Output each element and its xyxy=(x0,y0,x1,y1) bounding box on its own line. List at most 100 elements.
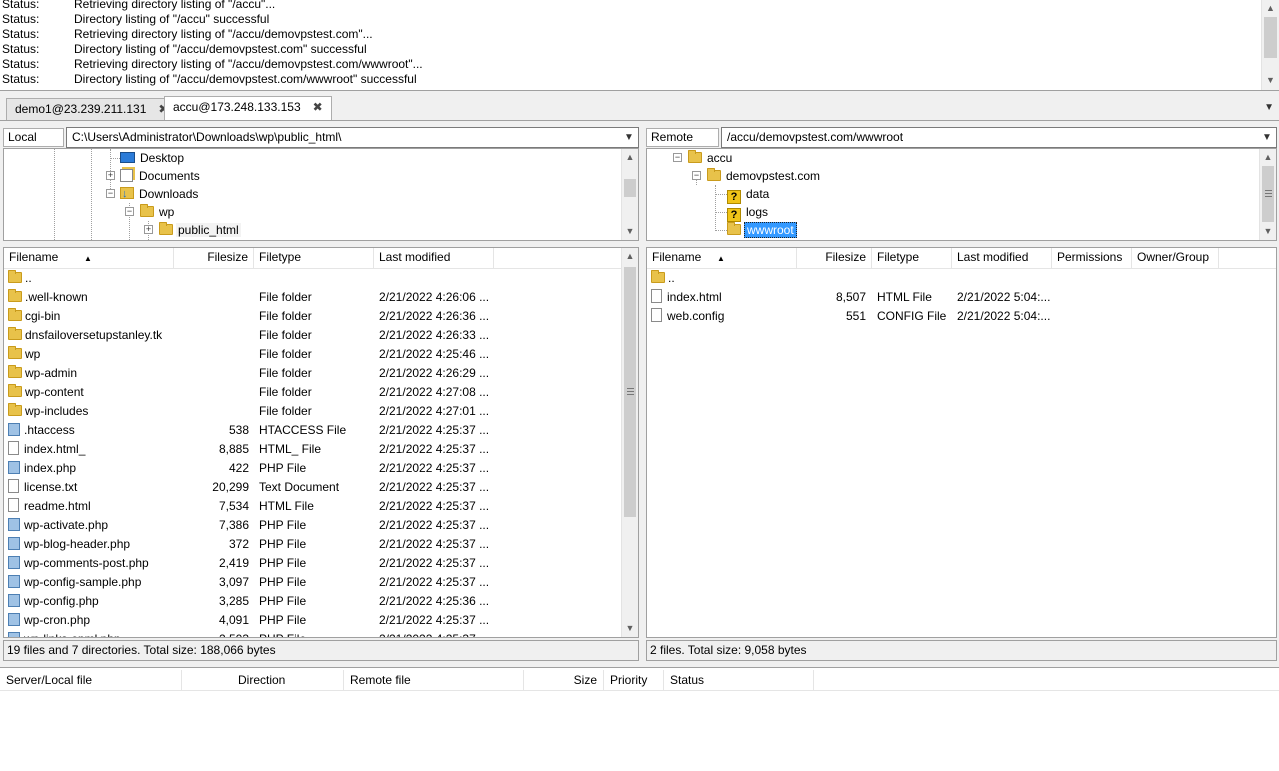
table-row[interactable]: wp-cron.php 4,091 PHP File 2/21/2022 4:25:3… xyxy=(4,611,638,630)
tree-node-wwwroot[interactable]: wwwroot xyxy=(727,221,797,239)
column-header-owner-group[interactable]: Owner/Group xyxy=(1132,248,1219,268)
table-row[interactable]: wp-admin File folder 2/21/2022 4:26:29 ... xyxy=(4,364,638,383)
file-name: index.php xyxy=(24,461,77,475)
tree-node-data[interactable]: ? data xyxy=(727,185,771,204)
collapse-icon[interactable]: − xyxy=(125,207,134,216)
column-header-remote-file[interactable]: Remote file xyxy=(344,670,524,690)
local-directory-tree[interactable]: Desktop + Documents − Downloads − wp + p… xyxy=(3,148,639,241)
column-header-filename[interactable]: Filename ▲ xyxy=(4,248,174,268)
tree-node-accu[interactable]: accu xyxy=(688,149,734,167)
message-log: Status: Retrieving directory listing of "… xyxy=(0,0,1279,91)
column-header-filename[interactable]: Filename ▲ xyxy=(647,248,797,268)
table-row[interactable]: index.html 8,507 HTML File 2/21/2022 5:04:.… xyxy=(647,288,1276,307)
table-row[interactable]: wp-config.php 3,285 PHP File 2/21/2022 4:25… xyxy=(4,592,638,611)
remote-file-list[interactable]: Filename ▲ Filesize Filetype Last modifie… xyxy=(646,247,1277,638)
scroll-thumb[interactable] xyxy=(1264,17,1277,58)
remote-tree-scrollbar[interactable]: ▲ ▼ xyxy=(1259,149,1276,240)
collapse-icon[interactable]: − xyxy=(692,171,701,180)
log-message: Directory listing of "/accu/demovpstest.… xyxy=(74,42,367,56)
table-row[interactable]: readme.html 7,534 HTML File 2/21/2022 4:25:… xyxy=(4,497,638,516)
transfer-queue[interactable]: Server/Local file Direction Remote file … xyxy=(0,667,1279,771)
table-row[interactable]: web.config 551 CONFIG File 2/21/2022 5:04:.… xyxy=(647,307,1276,326)
table-row[interactable]: wp-config-sample.php 3,097 PHP File 2/21/20… xyxy=(4,573,638,592)
column-header-filesize[interactable]: Filesize xyxy=(797,248,872,268)
tree-node-logs[interactable]: ? logs xyxy=(727,203,770,222)
unknown-folder-icon: ? xyxy=(727,208,741,222)
tab-demo1[interactable]: demo1@23.239.211.131✖ xyxy=(6,98,178,120)
tree-node-wp[interactable]: wp xyxy=(140,203,176,221)
table-row[interactable]: dnsfailoversetupstanley.tk File folder 2/2… xyxy=(4,326,638,345)
scroll-down-icon[interactable]: ▼ xyxy=(1260,223,1276,240)
file-name: index.html_ xyxy=(24,442,86,456)
local-list-scrollbar[interactable]: ▲ ▼ xyxy=(621,248,638,637)
tab-menu-arrow-icon[interactable]: ▼ xyxy=(1264,102,1274,113)
scroll-up-icon[interactable]: ▲ xyxy=(622,248,638,265)
file-type: File folder xyxy=(259,404,312,418)
remote-directory-tree[interactable]: − accu − demovpstest.com ? data ? logs www… xyxy=(646,148,1277,241)
tree-node-downloads[interactable]: Downloads xyxy=(120,185,200,203)
log-line: Status: Retrieving directory listing of "… xyxy=(2,0,275,12)
expand-icon[interactable]: + xyxy=(144,225,153,234)
tree-node-desktop[interactable]: Desktop xyxy=(120,149,186,167)
table-row[interactable]: wp-includes File folder 2/21/2022 4:27:01 … xyxy=(4,402,638,421)
scroll-down-icon[interactable]: ▼ xyxy=(622,223,638,240)
script-file-icon xyxy=(8,518,20,531)
table-row[interactable]: license.txt 20,299 Text Document 2/21/2022 … xyxy=(4,478,638,497)
local-tree-scrollbar[interactable]: ▲ ▼ xyxy=(621,149,638,240)
remote-path-input[interactable]: /accu/demovpstest.com/wwwroot ▼ xyxy=(721,127,1277,148)
file-modified: 2/21/2022 4:25:37 ... xyxy=(379,518,490,532)
folder-icon xyxy=(8,289,22,302)
scroll-down-icon[interactable]: ▼ xyxy=(1262,72,1279,89)
table-row[interactable]: index.php 422 PHP File 2/21/2022 4:25:37 ..… xyxy=(4,459,638,478)
file-name: .htaccess xyxy=(24,423,75,437)
file-size: 7,534 xyxy=(218,499,249,513)
local-file-list[interactable]: Filename ▲ Filesize Filetype Last modifie… xyxy=(3,247,639,638)
table-row[interactable]: wp-links-opml.php 2,503 PHP File 2/21/2022 … xyxy=(4,630,638,637)
column-header-status[interactable]: Status xyxy=(664,670,814,690)
column-header-priority[interactable]: Priority xyxy=(604,670,664,690)
expand-icon[interactable]: + xyxy=(106,171,115,180)
column-header-server-local-file[interactable]: Server/Local file xyxy=(0,670,182,690)
tree-node-public-html[interactable]: public_html xyxy=(159,221,241,239)
file-modified: 2/21/2022 4:25:37 ... xyxy=(379,461,490,475)
column-header-permissions[interactable]: Permissions xyxy=(1052,248,1132,268)
scroll-down-icon[interactable]: ▼ xyxy=(622,620,638,637)
table-row[interactable]: wp-activate.php 7,386 PHP File 2/21/2022 4:… xyxy=(4,516,638,535)
table-row[interactable]: .well-known File folder 2/21/2022 4:26:06 … xyxy=(4,288,638,307)
table-row[interactable]: .. xyxy=(647,269,1276,288)
table-row[interactable]: .htaccess 538 HTACCESS File 2/21/2022 4:25:… xyxy=(4,421,638,440)
column-header-direction[interactable]: Direction xyxy=(182,670,344,690)
scroll-thumb[interactable] xyxy=(624,267,636,517)
tab-accu[interactable]: accu@173.248.133.153 ✖ xyxy=(164,96,332,120)
column-header-filetype[interactable]: Filetype xyxy=(254,248,374,268)
scroll-up-icon[interactable]: ▲ xyxy=(1260,149,1276,166)
scroll-up-icon[interactable]: ▲ xyxy=(622,149,638,166)
column-header-last-modified[interactable]: Last modified xyxy=(374,248,494,268)
close-icon[interactable]: ✖ xyxy=(313,100,323,114)
table-row[interactable]: index.html_ 8,885 HTML_ File 2/21/2022 4:25… xyxy=(4,440,638,459)
column-header-size[interactable]: Size xyxy=(524,670,604,690)
table-row[interactable]: .. xyxy=(4,269,638,288)
collapse-icon[interactable]: − xyxy=(106,189,115,198)
scroll-up-icon[interactable]: ▲ xyxy=(1262,0,1279,17)
table-row[interactable]: wp File folder 2/21/2022 4:25:46 ... xyxy=(4,345,638,364)
chevron-down-icon[interactable]: ▼ xyxy=(1260,128,1274,147)
column-header-filetype[interactable]: Filetype xyxy=(872,248,952,268)
scroll-thumb[interactable] xyxy=(624,179,636,197)
log-scrollbar[interactable]: ▲ ▼ xyxy=(1261,0,1279,90)
table-row[interactable]: cgi-bin File folder 2/21/2022 4:26:36 ... xyxy=(4,307,638,326)
chevron-down-icon[interactable]: ▼ xyxy=(622,128,636,147)
tree-node-documents[interactable]: Documents xyxy=(120,167,202,185)
scroll-thumb[interactable] xyxy=(1262,166,1274,222)
local-path-input[interactable]: C:\Users\Administrator\Downloads\wp\publ… xyxy=(66,127,639,148)
table-row[interactable]: wp-blog-header.php 372 PHP File 2/21/2022 4… xyxy=(4,535,638,554)
collapse-icon[interactable]: − xyxy=(673,153,682,162)
column-header-last-modified[interactable]: Last modified xyxy=(952,248,1052,268)
file-name: .. xyxy=(668,271,675,285)
tree-node-demovpstest[interactable]: demovpstest.com xyxy=(707,167,822,185)
table-row[interactable]: wp-content File folder 2/21/2022 4:27:08 .… xyxy=(4,383,638,402)
file-size: 8,885 xyxy=(218,442,249,456)
file-size: 538 xyxy=(228,423,249,437)
table-row[interactable]: wp-comments-post.php 2,419 PHP File 2/21/20… xyxy=(4,554,638,573)
column-header-filesize[interactable]: Filesize xyxy=(174,248,254,268)
